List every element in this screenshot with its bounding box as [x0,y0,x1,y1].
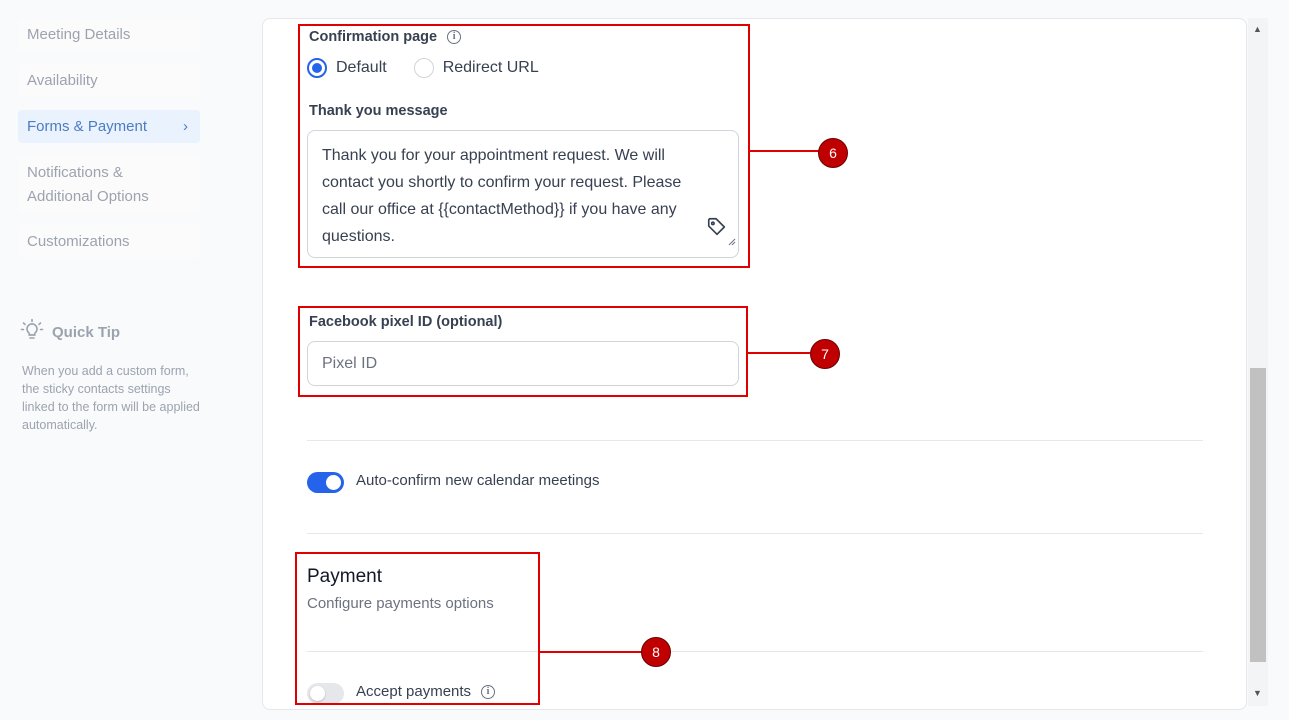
settings-sidebar: Meeting Details Availability Forms & Pay… [18,18,200,271]
annotation-line-7 [748,352,812,354]
sidebar-item-label: Notifications & [27,164,123,181]
sidebar-item-notifications[interactable]: Notifications & Additional Options [18,156,200,212]
scroll-down-icon[interactable]: ▼ [1253,688,1262,698]
annotation-badge-7: 7 [810,339,840,369]
sidebar-item-availability[interactable]: Availability [18,64,200,97]
quick-tip-text: When you add a custom form, the sticky c… [22,364,200,432]
annotation-box-8 [295,552,540,705]
sidebar-item-forms-payment[interactable]: Forms & Payment › [18,110,200,143]
auto-confirm-toggle[interactable] [307,472,344,493]
annotation-line-8 [540,651,644,653]
divider [307,533,1203,534]
quick-tip-title: Quick Tip [52,323,121,341]
annotation-box-6 [298,24,750,268]
sidebar-item-label: Meeting Details [27,26,131,43]
sidebar-item-meeting-details[interactable]: Meeting Details [18,18,200,51]
chevron-right-icon: › [183,118,188,135]
annotation-line-6 [750,150,820,152]
sidebar-item-label: Customizations [27,233,130,250]
annotation-badge-6: 6 [818,138,848,168]
auto-confirm-label: Auto-confirm new calendar meetings [356,472,600,489]
sidebar-item-label: Availability [27,72,98,89]
scrollbar[interactable]: ▲ ▼ [1248,18,1268,706]
divider [307,440,1203,441]
sidebar-item-label: Forms & Payment [27,118,148,135]
annotation-box-7 [298,306,748,397]
lightbulb-icon [20,318,44,346]
annotation-badge-8: 8 [641,637,671,667]
scrollbar-thumb[interactable] [1250,368,1266,662]
quick-tip: Quick Tip When you add a custom form, th… [20,318,202,434]
sidebar-item-label: Additional Options [27,188,149,205]
sidebar-item-customizations[interactable]: Customizations [18,225,200,258]
scroll-up-icon[interactable]: ▲ [1253,24,1262,34]
